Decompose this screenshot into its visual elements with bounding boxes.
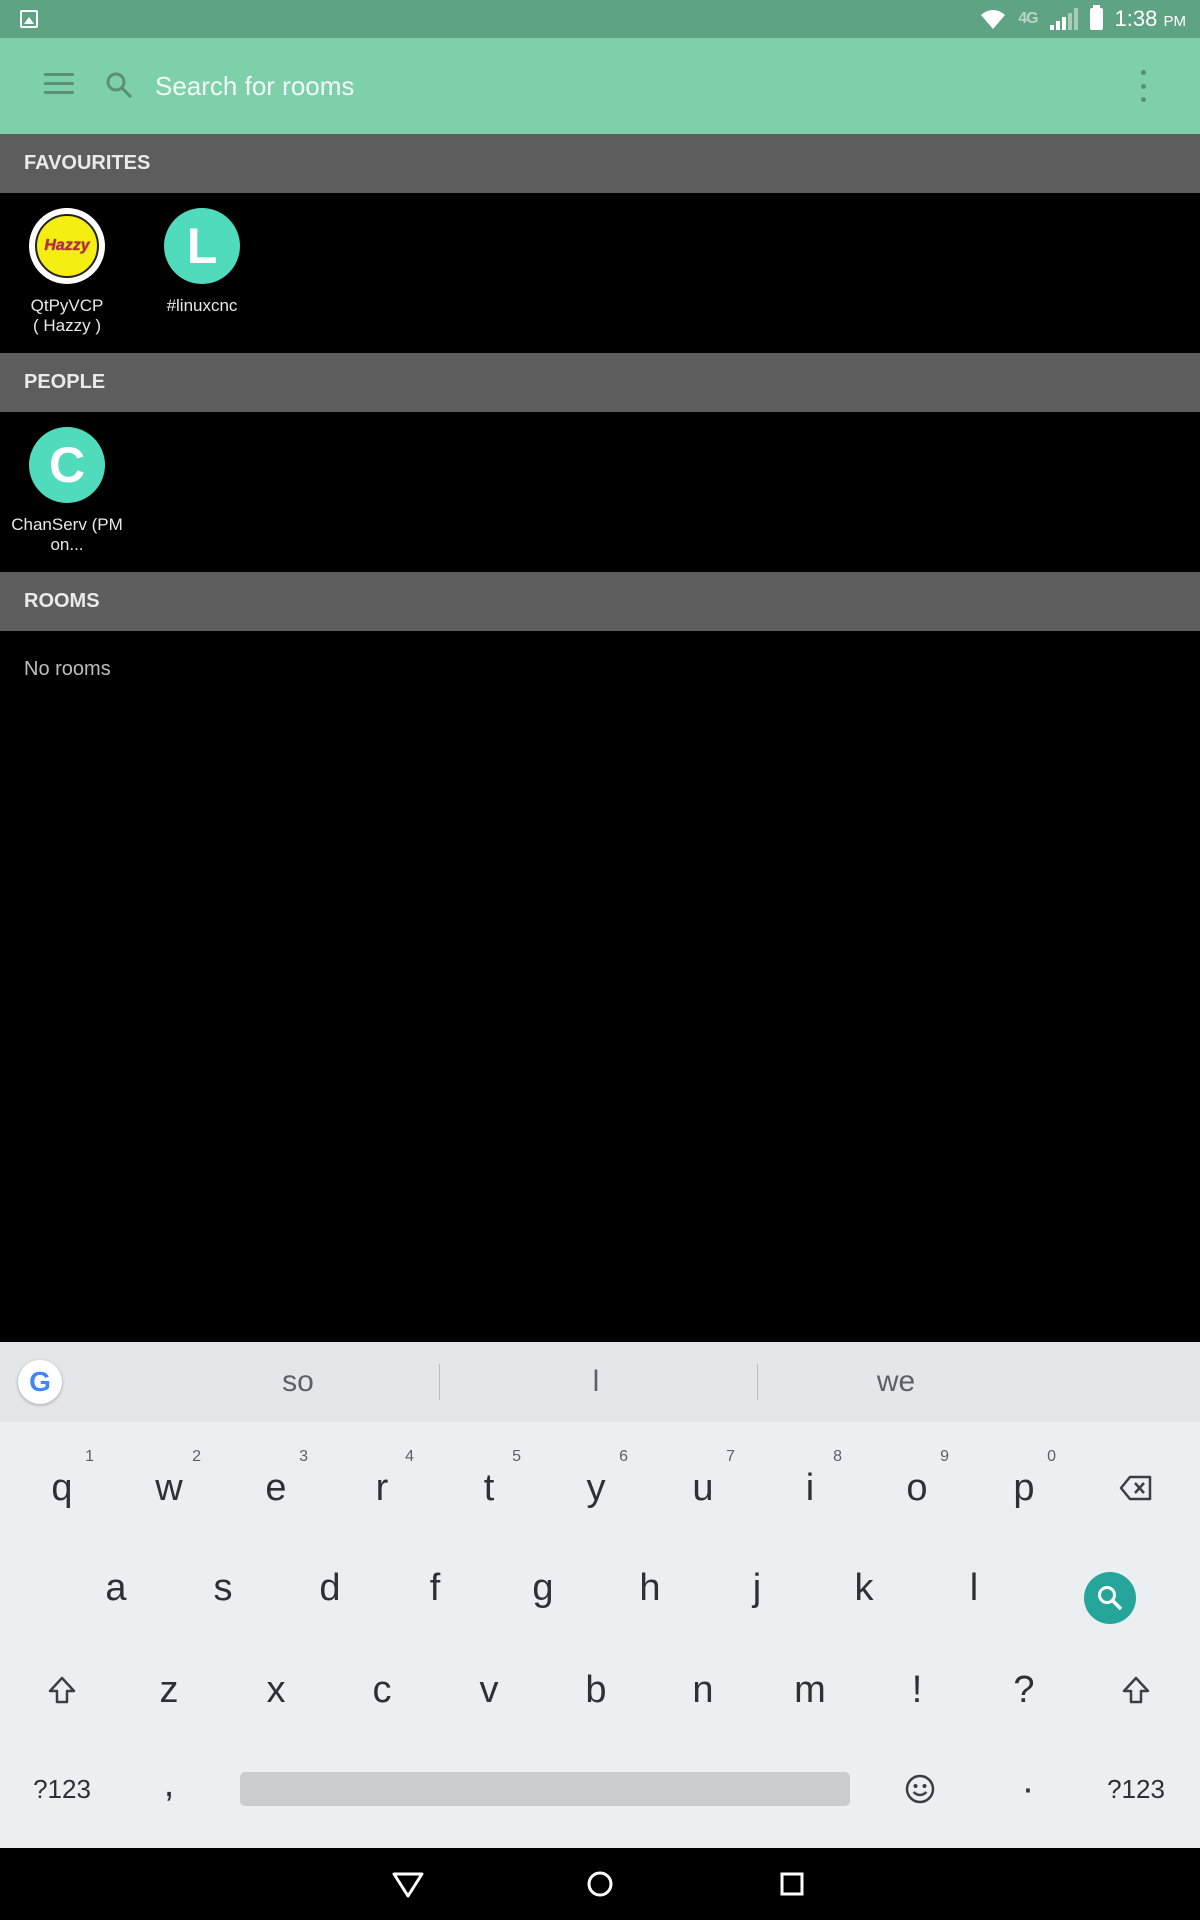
- backspace-key[interactable]: [1086, 1442, 1186, 1534]
- network-type: 4G: [1018, 10, 1038, 27]
- backspace-icon: [1119, 1475, 1152, 1501]
- key-k[interactable]: k: [814, 1542, 914, 1634]
- emoji-key[interactable]: [870, 1743, 970, 1835]
- symbols-key-right[interactable]: ?123: [1086, 1743, 1186, 1835]
- recents-icon[interactable]: [772, 1864, 812, 1904]
- status-icons: 4G 1:38 PM: [980, 0, 1186, 38]
- battery-icon: [1089, 5, 1103, 30]
- key-l[interactable]: l: [924, 1542, 1024, 1634]
- empty-rooms-text: No rooms: [24, 658, 111, 680]
- search-action-key[interactable]: [1084, 1572, 1136, 1624]
- key-s[interactable]: s: [173, 1542, 273, 1634]
- navigation-bar: [0, 1848, 1200, 1920]
- room-name: #linuxcnc: [166, 296, 238, 315]
- key-b[interactable]: b: [546, 1644, 646, 1736]
- section-header-rooms: ROOMS: [0, 572, 1200, 631]
- image-notification-icon: [20, 10, 38, 28]
- suggestion-2[interactable]: l: [446, 1342, 746, 1422]
- people-item-chanserv[interactable]: C ChanServ (PM on...: [0, 427, 134, 555]
- back-icon[interactable]: [388, 1864, 428, 1904]
- shift-icon: [48, 1676, 76, 1704]
- status-bar: 4G 1:38 PM: [0, 0, 1200, 38]
- key-question[interactable]: ?: [974, 1644, 1074, 1736]
- key-period[interactable]: ·: [978, 1743, 1078, 1835]
- google-logo-icon[interactable]: G: [18, 1360, 62, 1404]
- shift-key-right[interactable]: [1086, 1644, 1186, 1736]
- search-icon: [1098, 1586, 1123, 1611]
- hamburger-menu-icon[interactable]: [44, 73, 74, 97]
- key-exclamation[interactable]: !: [867, 1644, 967, 1736]
- key-h[interactable]: h: [600, 1542, 700, 1634]
- key-v[interactable]: v: [439, 1644, 539, 1736]
- key-z[interactable]: z: [119, 1644, 219, 1736]
- key-a[interactable]: a: [66, 1542, 166, 1634]
- key-p[interactable]: p0: [974, 1442, 1074, 1534]
- emoji-icon: [905, 1774, 935, 1804]
- favourite-item-linuxcnc[interactable]: L #linuxcnc: [135, 208, 269, 316]
- key-y[interactable]: y6: [546, 1442, 646, 1534]
- avatar: Hazzy: [29, 208, 105, 284]
- key-x[interactable]: x: [226, 1644, 326, 1736]
- suggestion-3[interactable]: we: [746, 1342, 1046, 1422]
- avatar-logo-text: Hazzy: [44, 237, 90, 254]
- key-w[interactable]: w2: [119, 1442, 219, 1534]
- shift-key-left[interactable]: [12, 1644, 112, 1736]
- symbols-key-left[interactable]: ?123: [12, 1743, 112, 1835]
- top-toolbar: [0, 38, 1200, 134]
- key-m[interactable]: m: [760, 1644, 860, 1736]
- avatar: C: [29, 427, 105, 503]
- key-r[interactable]: r4: [332, 1442, 432, 1534]
- key-e[interactable]: e3: [226, 1442, 326, 1534]
- search-input[interactable]: [155, 64, 1055, 108]
- key-j[interactable]: j: [707, 1542, 807, 1634]
- key-n[interactable]: n: [653, 1644, 753, 1736]
- key-f[interactable]: f: [385, 1542, 485, 1634]
- more-options-icon[interactable]: [1138, 70, 1148, 102]
- soft-keyboard: G so l we q1 w2 e3 r4 t5 y6 u7 i8 o9 p0 …: [0, 1342, 1200, 1848]
- space-bar[interactable]: [240, 1772, 850, 1806]
- search-icon: [106, 72, 133, 99]
- home-icon[interactable]: [580, 1864, 620, 1904]
- section-header-favourites: FAVOURITES: [0, 134, 1200, 193]
- key-i[interactable]: i8: [760, 1442, 860, 1534]
- room-name: QtPyVCP ( Hazzy ): [30, 296, 104, 335]
- key-g[interactable]: g: [493, 1542, 593, 1634]
- wifi-icon: [981, 10, 1006, 29]
- avatar: L: [164, 208, 240, 284]
- key-comma[interactable]: ,: [119, 1738, 219, 1830]
- key-o[interactable]: o9: [867, 1442, 967, 1534]
- key-d[interactable]: d: [280, 1542, 380, 1634]
- key-c[interactable]: c: [332, 1644, 432, 1736]
- person-name: ChanServ (PM on...: [11, 515, 123, 554]
- shift-icon: [1122, 1676, 1150, 1704]
- signal-icon: [1049, 8, 1078, 30]
- key-t[interactable]: t5: [439, 1442, 539, 1534]
- favourite-item-qtpyvcp[interactable]: Hazzy QtPyVCP ( Hazzy ): [0, 208, 134, 336]
- suggestion-bar: G so l we: [0, 1342, 1200, 1422]
- suggestion-1[interactable]: so: [148, 1342, 448, 1422]
- clock: 1:38 PM: [1114, 6, 1186, 31]
- section-header-people: PEOPLE: [0, 353, 1200, 412]
- key-q[interactable]: q1: [12, 1442, 112, 1534]
- key-u[interactable]: u7: [653, 1442, 753, 1534]
